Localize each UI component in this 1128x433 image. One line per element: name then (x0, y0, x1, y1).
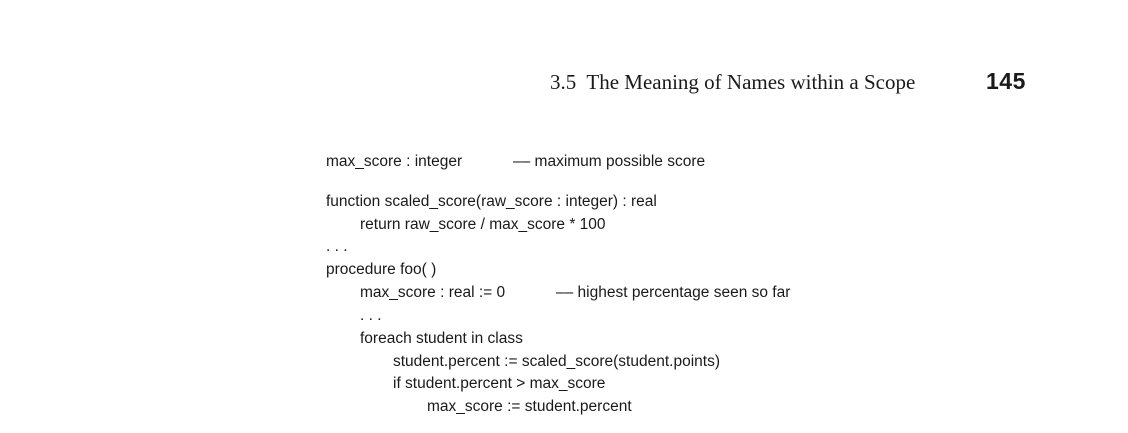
code-line-8: foreach student in class (360, 330, 523, 347)
code-line-4: . . . (326, 238, 348, 255)
code-line-10: if student.percent > max_score (393, 375, 606, 392)
code-line-9: student.percent := scaled_score(student.… (393, 353, 720, 370)
code-line-11: max_score := student.percent (427, 398, 632, 415)
code-line-3: return raw_score / max_score * 100 (360, 216, 606, 233)
code-line-6: max_score : real := 0 (360, 284, 506, 301)
code-line-1: max_score : integer (326, 153, 463, 170)
code-line-7: . . . (360, 307, 382, 324)
code-comment-6: –– highest percentage seen so far (556, 284, 791, 301)
code-line-2: function scaled_score(raw_score : intege… (326, 193, 657, 210)
running-header-title: 3.5 The Meaning of Names within a Scope (550, 70, 916, 94)
code-comment-1: –– maximum possible score (513, 153, 706, 170)
page-number: 145 (986, 68, 1026, 94)
code-line-5: procedure foo( ) (326, 261, 437, 278)
